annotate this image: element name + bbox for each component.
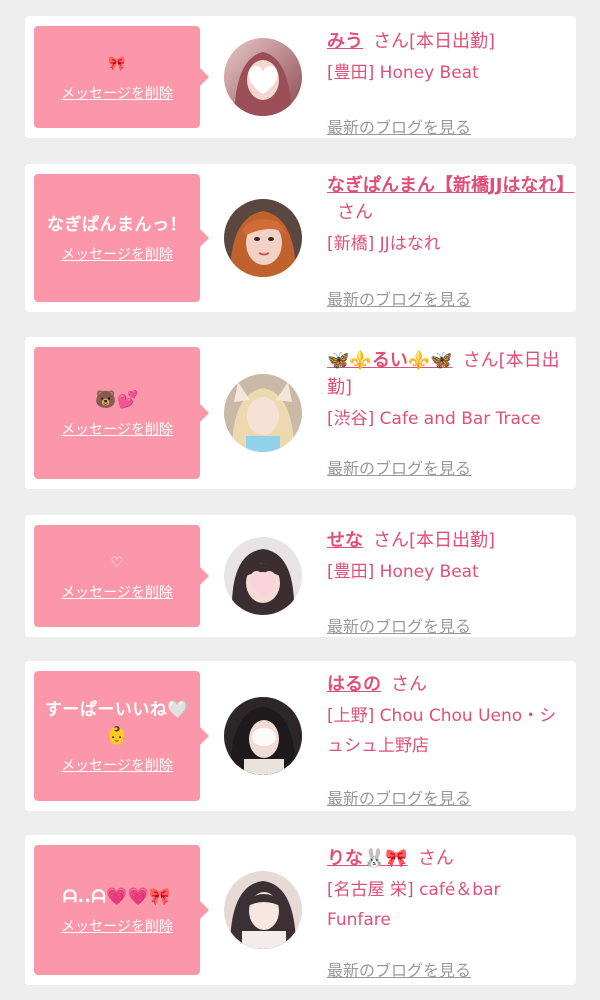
cast-name-link[interactable]: りな🐰🎀 bbox=[327, 848, 408, 869]
latest-blog-link[interactable]: 最新のブログを見る bbox=[327, 785, 471, 809]
message-bubble: 🐻💕 メッセージを削除 bbox=[34, 347, 200, 479]
avatar[interactable] bbox=[224, 374, 302, 452]
delete-message-link[interactable]: メッセージを削除 bbox=[61, 916, 173, 936]
message-card: なぎぱんまんっ！ メッセージを削除 なぎぱんまん【新橋JJはなれ】さん [新橋]… bbox=[25, 164, 576, 312]
message-text: なぎぱんまんっ！ bbox=[47, 215, 187, 235]
message-card: ᗩ..ᗩ💗💗🎀 メッセージを削除 りな🐰🎀 さん [名古屋 栄] café＆bar… bbox=[25, 835, 576, 985]
cast-name-link[interactable]: みう bbox=[327, 31, 363, 52]
avatar[interactable] bbox=[224, 697, 302, 775]
cast-info: なぎぱんまん【新橋JJはなれ】さん [新橋] JJはなれ 最新のブログを見る bbox=[327, 172, 574, 309]
delete-message-link[interactable]: メッセージを削除 bbox=[61, 582, 173, 602]
message-card: 🎀 メッセージを削除 みう さん[本日出勤] [豊田] Honey Beat 最新… bbox=[25, 16, 576, 138]
latest-blog-link[interactable]: 最新のブログを見る bbox=[327, 286, 471, 310]
message-text: ᗩ..ᗩ💗💗🎀 bbox=[62, 887, 172, 907]
avatar[interactable] bbox=[224, 871, 302, 949]
cast-name-link[interactable]: 🦋⚜️るい⚜️🦋 bbox=[327, 350, 453, 371]
message-bubble: 🎀 メッセージを削除 bbox=[34, 26, 200, 128]
avatar[interactable] bbox=[224, 199, 302, 277]
message-bubble: すーぱーいいね🤍👶 メッセージを削除 bbox=[34, 671, 200, 801]
cast-name-link[interactable]: せな bbox=[327, 530, 363, 551]
shop-name: [新橋] JJはなれ bbox=[327, 234, 441, 254]
shop-name: [豊田] Honey Beat bbox=[327, 63, 479, 83]
delete-message-link[interactable]: メッセージを削除 bbox=[61, 755, 173, 775]
message-bubble: ᗩ..ᗩ💗💗🎀 メッセージを削除 bbox=[34, 845, 200, 975]
cast-status: さん bbox=[391, 674, 427, 695]
cast-status: さん[本日出勤] bbox=[373, 530, 496, 551]
message-text: ♡ bbox=[110, 555, 124, 571]
shop-name: [上野] Chou Chou Ueno・シュシュ上野店 bbox=[327, 706, 557, 756]
cast-info: はるの さん [上野] Chou Chou Ueno・シュシュ上野店 最新のブログ… bbox=[327, 671, 567, 808]
message-bubble: ♡ メッセージを削除 bbox=[34, 525, 200, 627]
cast-name-link[interactable]: なぎぱんまん【新橋JJはなれ】 bbox=[327, 175, 574, 196]
cast-status: さん[本日出勤] bbox=[373, 31, 496, 52]
latest-blog-link[interactable]: 最新のブログを見る bbox=[327, 613, 471, 637]
shop-name: [渋谷] Cafe and Bar Trace bbox=[327, 409, 541, 429]
message-text: 🐻💕 bbox=[95, 390, 139, 410]
delete-message-link[interactable]: メッセージを削除 bbox=[61, 83, 173, 103]
latest-blog-link[interactable]: 最新のブログを見る bbox=[327, 114, 471, 138]
delete-message-link[interactable]: メッセージを削除 bbox=[61, 244, 173, 264]
latest-blog-link[interactable]: 最新のブログを見る bbox=[327, 957, 471, 981]
cast-info: りな🐰🎀 さん [名古屋 栄] café＆bar Funfare 最新のブログを見… bbox=[327, 845, 567, 980]
shop-name: [豊田] Honey Beat bbox=[327, 562, 479, 582]
shop-name: [名古屋 栄] café＆bar Funfare bbox=[327, 880, 501, 930]
cast-status: さん bbox=[337, 202, 373, 223]
cast-info: 🦋⚜️るい⚜️🦋 さん[本日出勤] [渋谷] Cafe and Bar Trace… bbox=[327, 347, 567, 478]
latest-blog-link[interactable]: 最新のブログを見る bbox=[327, 455, 471, 479]
message-text: すーぱーいいね🤍👶 bbox=[44, 700, 190, 746]
message-bubble: なぎぱんまんっ！ メッセージを削除 bbox=[34, 174, 200, 302]
message-card: すーぱーいいね🤍👶 メッセージを削除 はるの さん [上野] Chou Chou … bbox=[25, 661, 576, 811]
cast-info: せな さん[本日出勤] [豊田] Honey Beat 最新のブログを見る bbox=[327, 527, 567, 636]
cast-status: さん bbox=[417, 848, 454, 869]
avatar[interactable] bbox=[224, 38, 302, 116]
avatar[interactable] bbox=[224, 537, 302, 615]
cast-info: みう さん[本日出勤] [豊田] Honey Beat 最新のブログを見る bbox=[327, 28, 567, 137]
delete-message-link[interactable]: メッセージを削除 bbox=[61, 419, 173, 439]
message-text: 🎀 bbox=[108, 56, 126, 72]
message-card: 🐻💕 メッセージを削除 🦋⚜️るい⚜️🦋 さん[本日出勤] [渋谷] Cafe a… bbox=[25, 337, 576, 489]
message-card: ♡ メッセージを削除 せな さん[本日出勤] [豊田] Honey Beat 最新… bbox=[25, 515, 576, 637]
cast-name-link[interactable]: はるの bbox=[327, 674, 381, 695]
